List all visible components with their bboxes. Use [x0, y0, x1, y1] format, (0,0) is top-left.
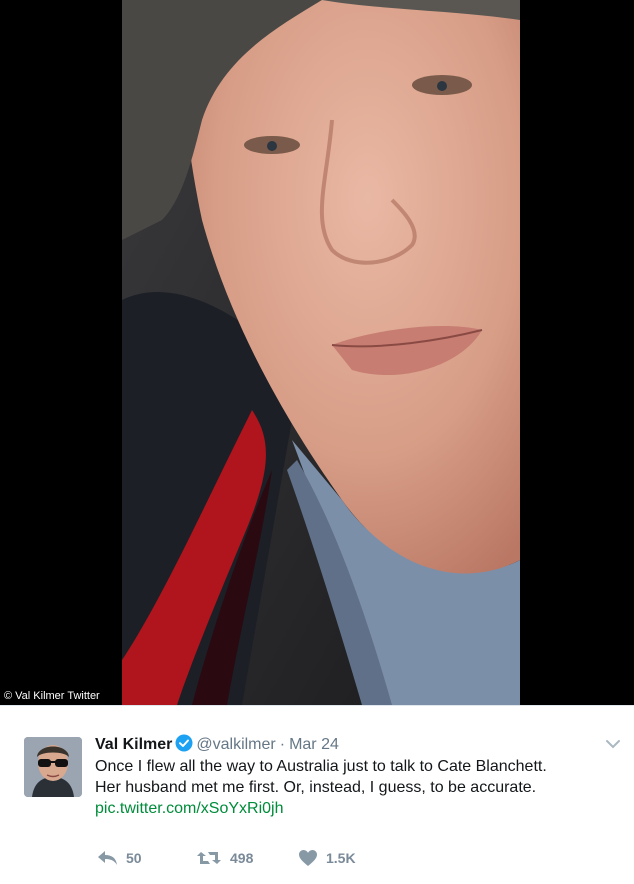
display-name[interactable]: Val Kilmer [95, 736, 172, 753]
separator: · [279, 736, 286, 753]
tweet-link[interactable]: pic.twitter.com/xSoYxRi0jh [95, 798, 615, 819]
verified-badge-icon [175, 734, 193, 758]
tweet-text-line: Once I flew all the way to Australia jus… [95, 758, 547, 775]
reply-button[interactable]: 50 [96, 849, 142, 867]
retweet-button[interactable]: 498 [196, 849, 253, 867]
avatar[interactable] [24, 737, 82, 797]
reply-icon [96, 849, 126, 867]
like-button[interactable]: 1.5K [298, 849, 356, 867]
tweet-card: Val Kilmer @valkilmer · Mar 24 Once I flew … [0, 705, 634, 884]
tweet-text-line: Her husband met me first. Or, instead, I… [95, 779, 537, 796]
reply-count: 50 [126, 850, 142, 866]
retweet-count: 498 [230, 850, 254, 866]
heart-icon [298, 849, 326, 867]
retweet-icon [196, 849, 230, 867]
like-count: 1.5K [326, 850, 356, 866]
photo-credit: © Val Kilmer Twitter [0, 687, 104, 705]
selfie-photo[interactable] [122, 0, 520, 705]
tweet-header: Val Kilmer @valkilmer · Mar 24 [95, 734, 339, 758]
user-handle[interactable]: @valkilmer [196, 736, 275, 753]
tweet-date[interactable]: Mar 24 [289, 736, 339, 753]
tweet-media[interactable]: © Val Kilmer Twitter [0, 0, 634, 705]
tweet-text: Once I flew all the way to Australia jus… [95, 756, 615, 819]
chevron-down-icon[interactable] [606, 736, 620, 749]
